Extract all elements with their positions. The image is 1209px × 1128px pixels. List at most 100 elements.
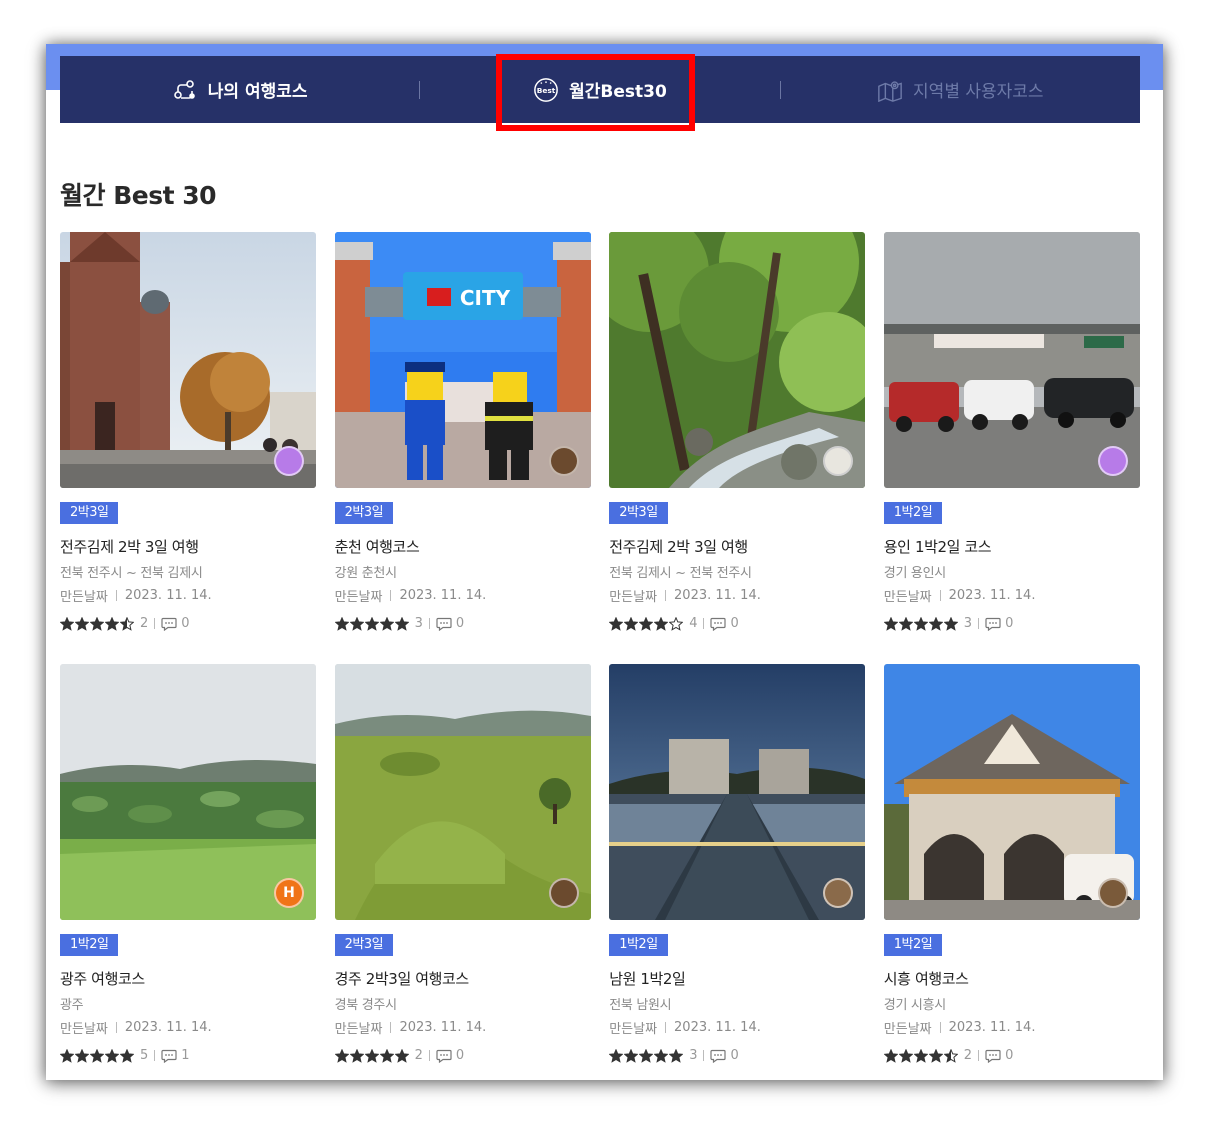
- created-date-row: 만든날짜 2023. 11. 14.: [335, 1018, 487, 1037]
- comment-icon: [436, 617, 452, 631]
- stats-row: 3 0: [883, 616, 1013, 631]
- duration-badge: 2박3일: [60, 502, 119, 524]
- svg-text:Best: Best: [537, 85, 556, 94]
- course-thumbnail: [60, 232, 316, 488]
- map-pin-icon: [877, 77, 903, 103]
- divider: [665, 1022, 667, 1033]
- comment-count: 0: [985, 1048, 1013, 1063]
- course-card[interactable]: 1박2일 시흥 여행코스 경기 시흥시 만든날짜 2023. 11. 14. 2…: [883, 664, 1140, 1080]
- star-full-icon: [883, 1048, 898, 1063]
- comment-icon: [161, 1049, 177, 1063]
- page-frame: 나의 여행코스 Best 월간Best30 지역별 사용자코스 월간 Best …: [46, 44, 1163, 1080]
- tab-regional-courses[interactable]: 지역별 사용자코스: [781, 56, 1140, 123]
- rating-count: 5: [140, 1048, 149, 1063]
- comment-icon: [710, 617, 727, 631]
- created-label: 만든날짜: [334, 590, 383, 605]
- star-full-icon: [60, 1048, 74, 1063]
- rating-count: 3: [414, 616, 423, 631]
- course-card[interactable]: 2박3일 경주 2박3일 여행코스 경북 경주시 만든날짜 2023. 11. …: [334, 664, 591, 1080]
- created-date: 2023. 11. 14.: [674, 588, 761, 603]
- created-label: 만든날짜: [883, 1022, 932, 1037]
- created-label: 만든날짜: [60, 590, 108, 605]
- star-full-icon: [639, 1048, 654, 1063]
- comment-number: 1: [181, 1048, 190, 1063]
- tab-my-course[interactable]: 나의 여행코스: [60, 56, 419, 123]
- course-region: 경북 경주시: [334, 998, 397, 1013]
- duration-badge: 1박2일: [883, 934, 943, 956]
- created-date-row: 만든날짜 2023. 11. 14.: [884, 586, 1036, 605]
- comment-number: 0: [730, 1048, 739, 1063]
- comment-number: 0: [455, 1048, 465, 1063]
- star-full-icon: [609, 616, 624, 631]
- star-rating: [609, 1048, 684, 1063]
- course-region: 전북 남원시: [609, 998, 672, 1013]
- star-full-icon: [654, 1048, 669, 1063]
- star-empty-icon: [669, 616, 684, 631]
- author-avatar: H: [274, 878, 304, 908]
- course-title: 전주김제 2박 3일 여행: [609, 538, 748, 556]
- course-title: 시흥 여행코스: [883, 970, 969, 988]
- course-card[interactable]: 2박3일 전주김제 2박 3일 여행 전북 전주시 ~ 전북 김제시 만든날짜 …: [60, 232, 316, 664]
- comment-icon: [710, 1049, 727, 1063]
- comment-icon: [436, 1049, 452, 1063]
- tab-label: 월간Best30: [569, 82, 667, 102]
- course-card[interactable]: 1박2일 용인 1박2일 코스 경기 용인시 만든날짜 2023. 11. 14…: [883, 232, 1140, 664]
- rating-count: 2: [140, 616, 149, 631]
- course-thumbnail: [609, 664, 866, 920]
- course-title: 전주김제 2박 3일 여행: [60, 538, 199, 556]
- course-grid: 2박3일 전주김제 2박 3일 여행 전북 전주시 ~ 전북 김제시 만든날짜 …: [60, 232, 1140, 1080]
- duration-badge: 1박2일: [60, 934, 119, 956]
- duration-badge: 2박3일: [334, 934, 394, 956]
- created-label: 만든날짜: [60, 1022, 108, 1037]
- comment-number: 0: [1005, 1048, 1014, 1063]
- divider: [703, 618, 705, 629]
- created-label: 만든날짜: [609, 590, 658, 605]
- star-rating: [609, 616, 684, 631]
- star-rating: [334, 1048, 409, 1063]
- course-card[interactable]: CITY 2박3일 춘천 여행코스 강원 춘천시 만든날짜 2023. 11. …: [334, 232, 591, 664]
- author-avatar: [274, 446, 304, 476]
- star-full-icon: [609, 1048, 624, 1063]
- star-full-icon: [928, 1048, 943, 1063]
- comment-number: 0: [455, 616, 465, 631]
- course-title: 용인 1박2일 코스: [883, 538, 992, 556]
- star-rating: [60, 616, 134, 631]
- course-title: 남원 1박2일: [609, 970, 686, 988]
- rating-count: 4: [689, 616, 698, 631]
- comment-count: 0: [710, 1048, 739, 1063]
- duration-badge: 2박3일: [334, 502, 394, 524]
- tab-label: 지역별 사용자코스: [913, 82, 1044, 102]
- stats-row: 2 0: [334, 1048, 465, 1063]
- course-thumbnail: H: [60, 664, 316, 920]
- course-card[interactable]: 1박2일 남원 1박2일 전북 남원시 만든날짜 2023. 11. 14. 3…: [609, 664, 866, 1080]
- course-thumbnail: [883, 232, 1140, 488]
- rating-count: 3: [689, 1048, 698, 1063]
- course-region: 강원 춘천시: [334, 566, 397, 581]
- stats-row: 4 0: [609, 616, 739, 631]
- star-full-icon: [943, 616, 958, 631]
- course-card[interactable]: H 1박2일 광주 여행코스 광주 만든날짜 2023. 11. 14. 5 1: [60, 664, 316, 1080]
- course-thumbnail: [883, 664, 1140, 920]
- svg-text:CITY: CITY: [459, 286, 510, 310]
- author-avatar: [823, 446, 854, 476]
- created-label: 만든날짜: [609, 1022, 658, 1037]
- author-avatar: [1097, 446, 1128, 476]
- tab-bar: 나의 여행코스 Best 월간Best30 지역별 사용자코스: [60, 56, 1140, 123]
- divider: [390, 590, 392, 601]
- star-full-icon: [364, 616, 379, 631]
- created-date: 2023. 11. 14.: [674, 1020, 761, 1035]
- course-card[interactable]: 2박3일 전주김제 2박 3일 여행 전북 김제시 ~ 전북 전주시 만든날짜 …: [609, 232, 866, 664]
- divider: [703, 1050, 705, 1061]
- stats-row: 2 0: [60, 616, 190, 631]
- divider: [978, 618, 980, 629]
- tab-monthly-best30[interactable]: Best 월간Best30: [420, 56, 779, 123]
- rating-count: 3: [963, 616, 973, 631]
- star-full-icon: [364, 1048, 379, 1063]
- star-full-icon: [913, 1048, 928, 1063]
- star-full-icon: [379, 616, 394, 631]
- stats-row: 3 0: [609, 1048, 739, 1063]
- created-date-row: 만든날짜 2023. 11. 14.: [884, 1018, 1036, 1037]
- course-region: 광주: [60, 998, 84, 1013]
- comment-count: 0: [161, 616, 190, 631]
- divider: [428, 1050, 430, 1061]
